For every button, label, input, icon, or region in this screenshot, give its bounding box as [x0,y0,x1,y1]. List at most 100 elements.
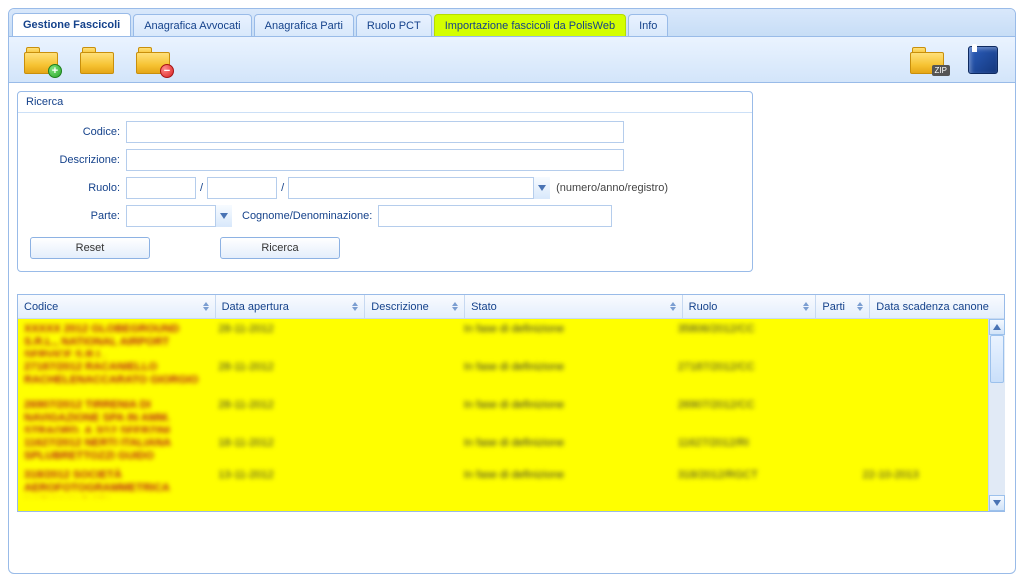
parte-label: Parte: [26,210,126,222]
table-row[interactable]: 318/2012 SOCIETÀ AEROFOTOGRAMMETRICA NAZ… [18,465,988,497]
cell: 28-11-2012 [212,395,359,433]
cell: 35806/2012/CC [672,319,804,357]
cell [803,319,856,357]
vertical-scrollbar[interactable] [988,319,1004,511]
sort-icon [803,302,809,311]
cell: 11627/2012 NERTI ITALIANA SPLUBRETTOZZI … [18,433,212,465]
cell [803,357,856,395]
folder-icon [80,46,114,74]
sort-icon [203,302,209,311]
ruolo-anno-input[interactable] [207,177,277,199]
tab-ruolo-pct[interactable]: Ruolo PCT [356,14,432,36]
cell [856,395,988,433]
tab-strip: Gestione Fascicoli Anagrafica Avvocati A… [9,9,1015,37]
cell: In fase di definizione [458,433,672,465]
col-data-apertura[interactable]: Data apertura [216,295,366,318]
folder-minus-icon: − [136,46,170,74]
export-zip-button[interactable]: ZIP [903,40,951,80]
cell: 27187/2012/CC [672,357,804,395]
cell [360,319,458,357]
chevron-up-icon [993,324,1001,330]
cognome-label: Cognome/Denominazione: [242,210,372,222]
col-codice[interactable]: Codice [18,295,216,318]
cell: 27187/2012 RACANIELLO RACHELENACCARATO G… [18,357,212,395]
cell: 28-11-2012 [212,319,359,357]
ruolo-registro-combo[interactable] [288,177,550,199]
sort-icon [857,302,863,311]
results-grid: Codice Data apertura Descrizione Stato [17,294,1005,512]
col-scadenza[interactable]: Data scadenza canone [870,295,1004,318]
cell: 22-10-2013 [856,465,988,497]
scroll-down-button[interactable] [989,495,1005,511]
grid-header: Codice Data apertura Descrizione Stato [18,295,1004,319]
scroll-up-button[interactable] [989,319,1005,335]
col-descrizione[interactable]: Descrizione [365,295,465,318]
ruolo-numero-input[interactable] [126,177,196,199]
folder-plus-icon: + [24,46,58,74]
cell [803,465,856,497]
cell: 18-11-2012 [212,433,359,465]
codice-input[interactable] [126,121,624,143]
cell: 11627/2012/RI [672,433,804,465]
cell: In fase di definizione [458,465,672,497]
scroll-track[interactable] [989,335,1005,495]
parte-dropdown-button[interactable] [215,205,232,227]
chevron-down-icon [538,185,546,191]
ruolo-hint: (numero/anno/registro) [556,182,668,194]
tab-importazione-polisweb[interactable]: Importazione fascicoli da PolisWeb [434,14,626,36]
tab-gestione-fascicoli[interactable]: Gestione Fascicoli [12,13,131,36]
cell [360,357,458,395]
search-panel-title: Ricerca [18,92,752,112]
scroll-thumb[interactable] [990,335,1004,383]
sort-icon [670,302,676,311]
col-parti[interactable]: Parti [816,295,870,318]
cell: 26907/2012/CC [672,395,804,433]
sort-icon [452,302,458,311]
cell: 13-11-2012 [212,465,359,497]
new-folder-button[interactable]: + [17,40,65,80]
cell: In fase di definizione [458,395,672,433]
table-row[interactable]: 26907/2012 TIRRENIA DI NAVIGAZIONE SPA I… [18,395,988,433]
delete-folder-button[interactable]: − [129,40,177,80]
cell [360,395,458,433]
reset-button[interactable]: Reset [30,237,150,259]
cell: 28-11-2012 [212,357,359,395]
ricerca-button[interactable]: Ricerca [220,237,340,259]
cell [856,357,988,395]
chevron-down-icon [993,500,1001,506]
chevron-down-icon [220,213,228,219]
help-button[interactable] [959,40,1007,80]
table-row[interactable]: XXXXX 2012 GLOBEGROUND S.R.L., NATIONAL … [18,319,988,357]
cell [803,433,856,465]
cognome-input[interactable] [378,205,612,227]
codice-label: Codice: [26,126,126,138]
table-row[interactable]: 27187/2012 RACANIELLO RACHELENACCARATO G… [18,357,988,395]
tab-anagrafica-avvocati[interactable]: Anagrafica Avvocati [133,14,251,36]
open-folder-button[interactable] [73,40,121,80]
search-panel: Ricerca Codice: Descrizione: Ruolo: / [17,91,753,272]
cell: 26907/2012 TIRRENIA DI NAVIGAZIONE SPA I… [18,395,212,433]
tab-info[interactable]: Info [628,14,668,36]
table-row[interactable]: 11627/2012 NERTI ITALIANA SPLUBRETTOZZI … [18,433,988,465]
cell: In fase di definizione [458,319,672,357]
col-ruolo[interactable]: Ruolo [683,295,817,318]
cell: 318/2012/RGCT [672,465,804,497]
col-stato[interactable]: Stato [465,295,683,318]
ruolo-registro-dropdown-button[interactable] [533,177,550,199]
ruolo-label: Ruolo: [26,182,126,194]
cell [360,465,458,497]
descrizione-label: Descrizione: [26,154,126,166]
cell [803,395,856,433]
book-icon [968,46,998,74]
descrizione-input[interactable] [126,149,624,171]
cell: 318/2012 SOCIETÀ AEROFOTOGRAMMETRICA NAZ… [18,465,212,497]
cell [856,433,988,465]
cell [856,319,988,357]
toolbar: + − ZIP [9,37,1015,83]
sort-icon [352,302,358,311]
cell [360,433,458,465]
folder-zip-icon: ZIP [910,46,944,74]
cell: In fase di definizione [458,357,672,395]
tab-anagrafica-parti[interactable]: Anagrafica Parti [254,14,354,36]
cell: XXXXX 2012 GLOBEGROUND S.R.L., NATIONAL … [18,319,212,357]
